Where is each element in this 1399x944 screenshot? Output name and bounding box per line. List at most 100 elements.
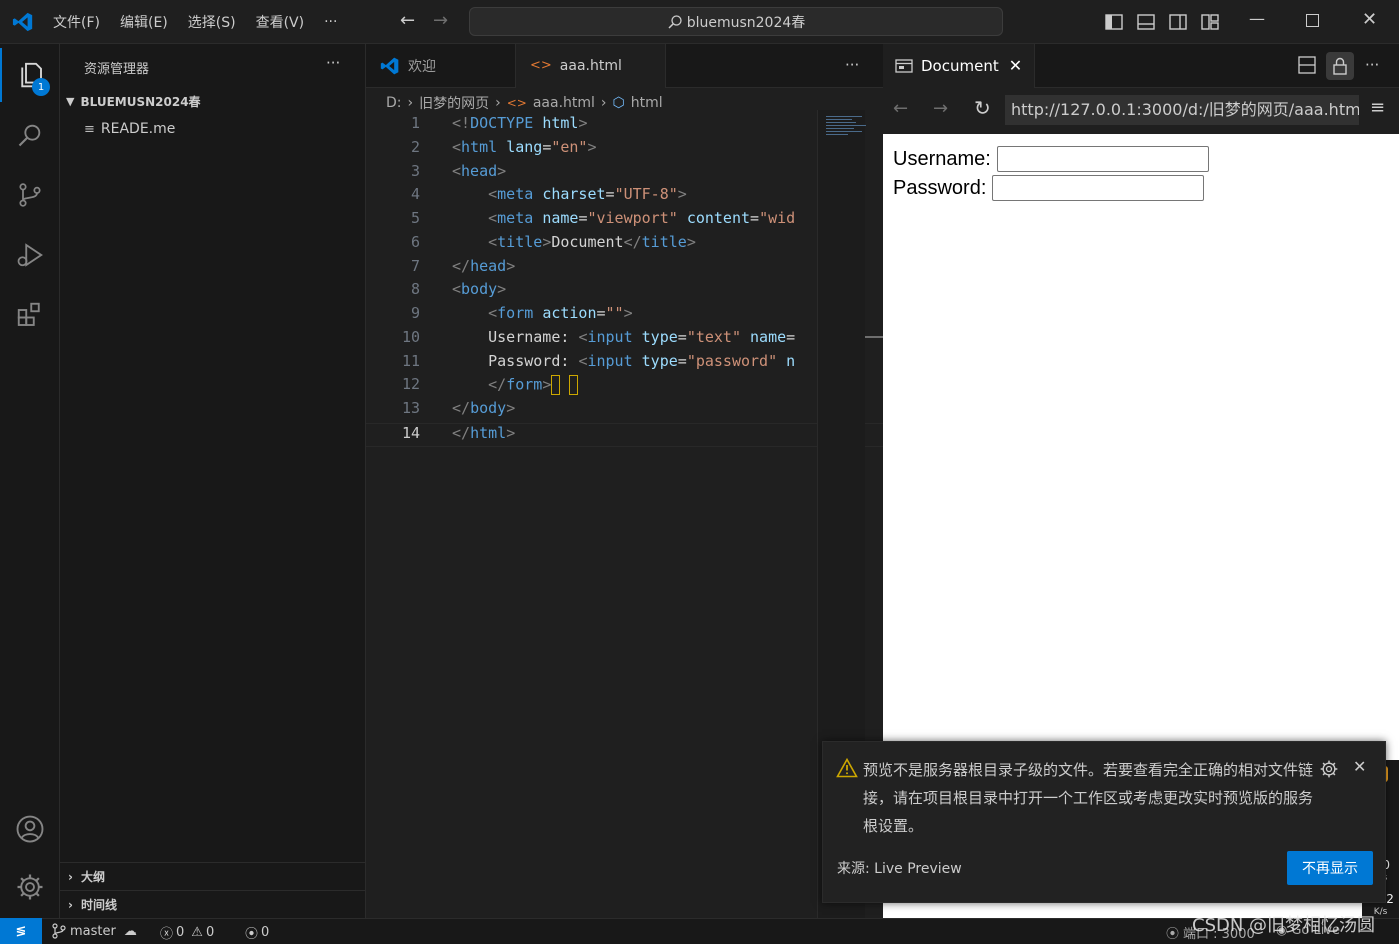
menu-file[interactable]: 文件(F) [53,12,100,32]
username-input[interactable] [996,146,1209,172]
activity-bar: 1 [0,44,60,918]
username-row: Username: [893,146,1209,172]
password-row: Password: [893,175,1205,201]
explorer-activity[interactable]: 1 [0,48,60,102]
forward-arrow-icon[interactable]: → [933,98,948,119]
tab-label: 欢迎 [408,58,436,75]
breadcrumb-drive[interactable]: D: [386,95,402,111]
back-arrow-icon[interactable]: ← [400,10,415,31]
password-label: Password: [893,176,987,199]
remote-indicator[interactable]: ≶ [0,918,42,944]
toggle-sidebar-icon[interactable] [1104,12,1124,32]
notification-source: 来源: Live Preview [837,861,962,877]
menu-more[interactable]: ··· [324,14,337,30]
tab-document[interactable]: Document ✕ [883,43,1036,88]
problems-item[interactable]: ⓧ 0 ⚠ 0 [160,923,214,942]
menu-edit[interactable]: 编辑(E) [120,12,168,32]
broadcast-icon: ⦿ [1166,927,1180,942]
dont-show-again-button[interactable]: 不再显示 [1287,851,1373,885]
tab-label: Document [921,56,999,75]
code-line-active: 14 </html> [366,423,883,447]
command-center-search[interactable]: bluemusn2024春 [469,7,1003,36]
search-icon [18,124,41,147]
code-line: 11 Password: <input type="password" n [401,352,796,370]
url-input[interactable]: http://127.0.0.1:3000/d:/旧梦的网页/aaa.html [1005,95,1359,125]
source-control-activity[interactable] [0,168,60,222]
code-line: 12 </form> [366,375,883,399]
remote-icon: ≶ [15,923,27,939]
code-line: 3 <head> [410,162,507,180]
tab-aaa-html[interactable]: <> aaa.html [516,43,666,88]
split-editor-icon[interactable] [1298,56,1316,78]
tab-welcome[interactable]: 欢迎 [366,43,516,88]
code-line: 7 </head> [410,257,516,275]
password-input[interactable] [992,175,1205,201]
warning-icon: ⚠ [191,925,203,940]
outline-section[interactable]: › 大纲 [60,862,366,890]
hamburger-menu-icon[interactable]: ≡ [1370,97,1385,118]
run-debug-activity[interactable] [0,228,60,282]
ports-item[interactable]: ⦿ 0 [245,923,269,942]
file-text-icon: ≡ [84,121,95,137]
extensions-activity[interactable] [0,288,60,342]
code-line: 9 <form action=""> [410,304,633,322]
breadcrumb-file[interactable]: aaa.html [533,95,595,111]
close-tab-icon[interactable]: ✕ [1009,56,1022,75]
search-text: bluemusn2024春 [686,14,806,31]
menu-view[interactable]: 查看(V) [256,12,305,32]
code-line: 13 </body> [401,399,516,417]
editor-tab-bar: 欢迎 <> aaa.html ··· [366,43,883,88]
folder-root[interactable]: ▼ BLUEMUSN2024春 [66,93,201,110]
chevron-right-icon: › [68,897,73,912]
sync-cloud-icon[interactable]: ☁ [124,924,137,939]
menu-selection[interactable]: 选择(S) [188,12,236,32]
search-icon [668,14,682,29]
chevron-right-icon: › [495,95,501,111]
gear-icon[interactable] [1319,759,1339,779]
code-line: 8 <body> [410,280,507,298]
back-arrow-icon[interactable]: ← [893,98,908,119]
tab-label: aaa.html [559,57,622,74]
preview-more-button[interactable]: ··· [1365,56,1379,74]
reload-icon[interactable]: ↻ [974,96,991,120]
chevron-right-icon: › [407,95,414,111]
maximize-icon[interactable] [1306,14,1319,27]
breadcrumb: D: › 旧梦的网页 › <> aaa.html › ⬡ html [386,93,663,113]
code-line: 2 <html lang="en"> [410,138,597,156]
accounts-activity[interactable] [0,802,60,856]
breadcrumb-folder[interactable]: 旧梦的网页 [419,93,489,113]
forward-arrow-icon[interactable]: → [433,10,448,31]
username-label: Username: [893,147,991,170]
close-notification-icon[interactable]: ✕ [1353,757,1366,776]
chevron-right-icon: › [600,95,607,111]
error-count: 0 [176,925,185,940]
lock-group-icon[interactable] [1326,52,1354,80]
close-window-icon[interactable]: ✕ [1362,9,1377,30]
scrollbar-marker[interactable] [865,336,883,338]
toggle-panel-icon[interactable] [1136,12,1156,32]
account-icon [16,815,44,843]
minimize-icon[interactable]: — [1249,9,1265,28]
branch-item[interactable]: master ☁ [52,923,137,939]
sidebar-more-button[interactable]: ··· [326,54,340,72]
toggle-secondary-sidebar-icon[interactable] [1168,12,1188,32]
file-item-readme[interactable]: ≡ READE.me [84,121,175,137]
vscode-logo-icon [12,11,34,37]
run-debug-icon [17,243,43,267]
notification-toast: 预览不是服务器根目录子级的文件。若要查看完全正确的相对文件链接，请在项目根目录中… [822,741,1386,903]
title-bar: 文件(F) 编辑(E) 选择(S) 查看(V) ··· ← → bluemusn… [0,0,1399,44]
code-line: 5 <meta name="viewport" content="wid [410,209,796,227]
breadcrumb-symbol[interactable]: html [631,95,663,111]
file-name: READE.me [100,121,176,137]
search-activity[interactable] [0,108,60,162]
status-bar: master ☁ ⓧ 0 ⚠ 0 ⦿ 0 ⦿ 端口 : 3000 ◉ Go Li… [0,918,1399,944]
preview-tab-bar: Document ✕ ··· [883,43,1399,88]
warning-icon [836,758,858,778]
timeline-section[interactable]: › 时间线 [60,890,366,918]
editor-more-button[interactable]: ··· [845,56,859,74]
manage-activity[interactable] [0,860,60,914]
extensions-icon [17,302,40,326]
customize-layout-icon[interactable] [1200,12,1220,32]
code-editor[interactable]: D: › 旧梦的网页 › <> aaa.html › ⬡ html 1 <!DOC… [366,88,883,918]
sidebar-explorer: 资源管理器 ··· ▼ BLUEMUSN2024春 ≡ READE.me › 大… [60,44,366,918]
